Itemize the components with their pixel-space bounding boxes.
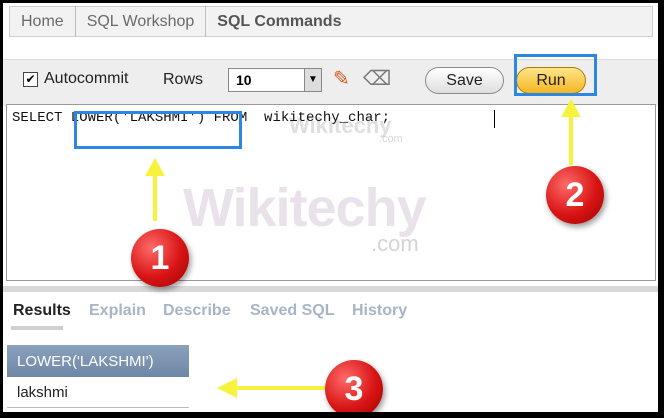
- breadcrumb: Home SQL Workshop SQL Commands: [9, 6, 653, 37]
- table-cell: lakshmi: [7, 377, 189, 408]
- run-button-highlight-box: [514, 54, 597, 96]
- breadcrumb-sql-workshop[interactable]: SQL Workshop: [74, 6, 206, 37]
- callout-2: 2: [546, 166, 604, 224]
- annotation-arrow-2: [569, 113, 573, 165]
- eraser-icon[interactable]: ✎: [333, 66, 350, 91]
- callout-3: 3: [325, 360, 383, 412]
- arrow-up-icon: [145, 158, 165, 176]
- table-header-row: LOWER('LAKSHMI'): [7, 345, 189, 377]
- annotation-arrow-1: [153, 173, 157, 221]
- autocommit-toggle[interactable]: ✔ Autocommit: [23, 70, 128, 88]
- column-header: LOWER('LAKSHMI'): [7, 345, 189, 377]
- rows-value: 10: [236, 72, 252, 88]
- watermark-logo: Wikitechy: [183, 178, 427, 238]
- rows-select[interactable]: 10 ▼: [228, 68, 322, 92]
- autocommit-checkbox[interactable]: ✔: [23, 71, 38, 87]
- tab-history[interactable]: History: [352, 302, 407, 320]
- callout-1: 1: [131, 229, 189, 287]
- results-table: LOWER('LAKSHMI') lakshmi: [7, 345, 189, 408]
- annotation-arrow-3: [235, 386, 325, 390]
- chevron-down-icon[interactable]: ▼: [304, 69, 321, 91]
- tab-describe[interactable]: Describe: [163, 302, 231, 320]
- tab-explain[interactable]: Explain: [89, 302, 146, 320]
- text-cursor: [494, 110, 495, 128]
- autocommit-label: Autocommit: [44, 70, 129, 87]
- active-tab-indicator: [11, 326, 63, 330]
- save-button[interactable]: Save: [425, 67, 504, 94]
- app-window: Home SQL Workshop SQL Commands ✔ Autocom…: [3, 3, 658, 412]
- tab-saved-sql[interactable]: Saved SQL: [250, 302, 334, 320]
- clear-icon[interactable]: ⌫: [363, 66, 391, 91]
- arrow-up-icon: [561, 99, 581, 117]
- watermark-domain: .com: [371, 231, 419, 256]
- breadcrumb-sql-commands: SQL Commands: [205, 6, 352, 37]
- tab-results[interactable]: Results: [13, 302, 71, 320]
- lower-function-highlight-box: [74, 111, 242, 149]
- watermark-domain-small: .com: [379, 133, 403, 145]
- table-row: lakshmi: [7, 377, 189, 408]
- arrow-left-icon: [217, 378, 237, 398]
- breadcrumb-home[interactable]: Home: [10, 6, 75, 37]
- result-tabs: Results Explain Describe Saved SQL Histo…: [3, 286, 658, 331]
- rows-label: Rows: [163, 71, 204, 88]
